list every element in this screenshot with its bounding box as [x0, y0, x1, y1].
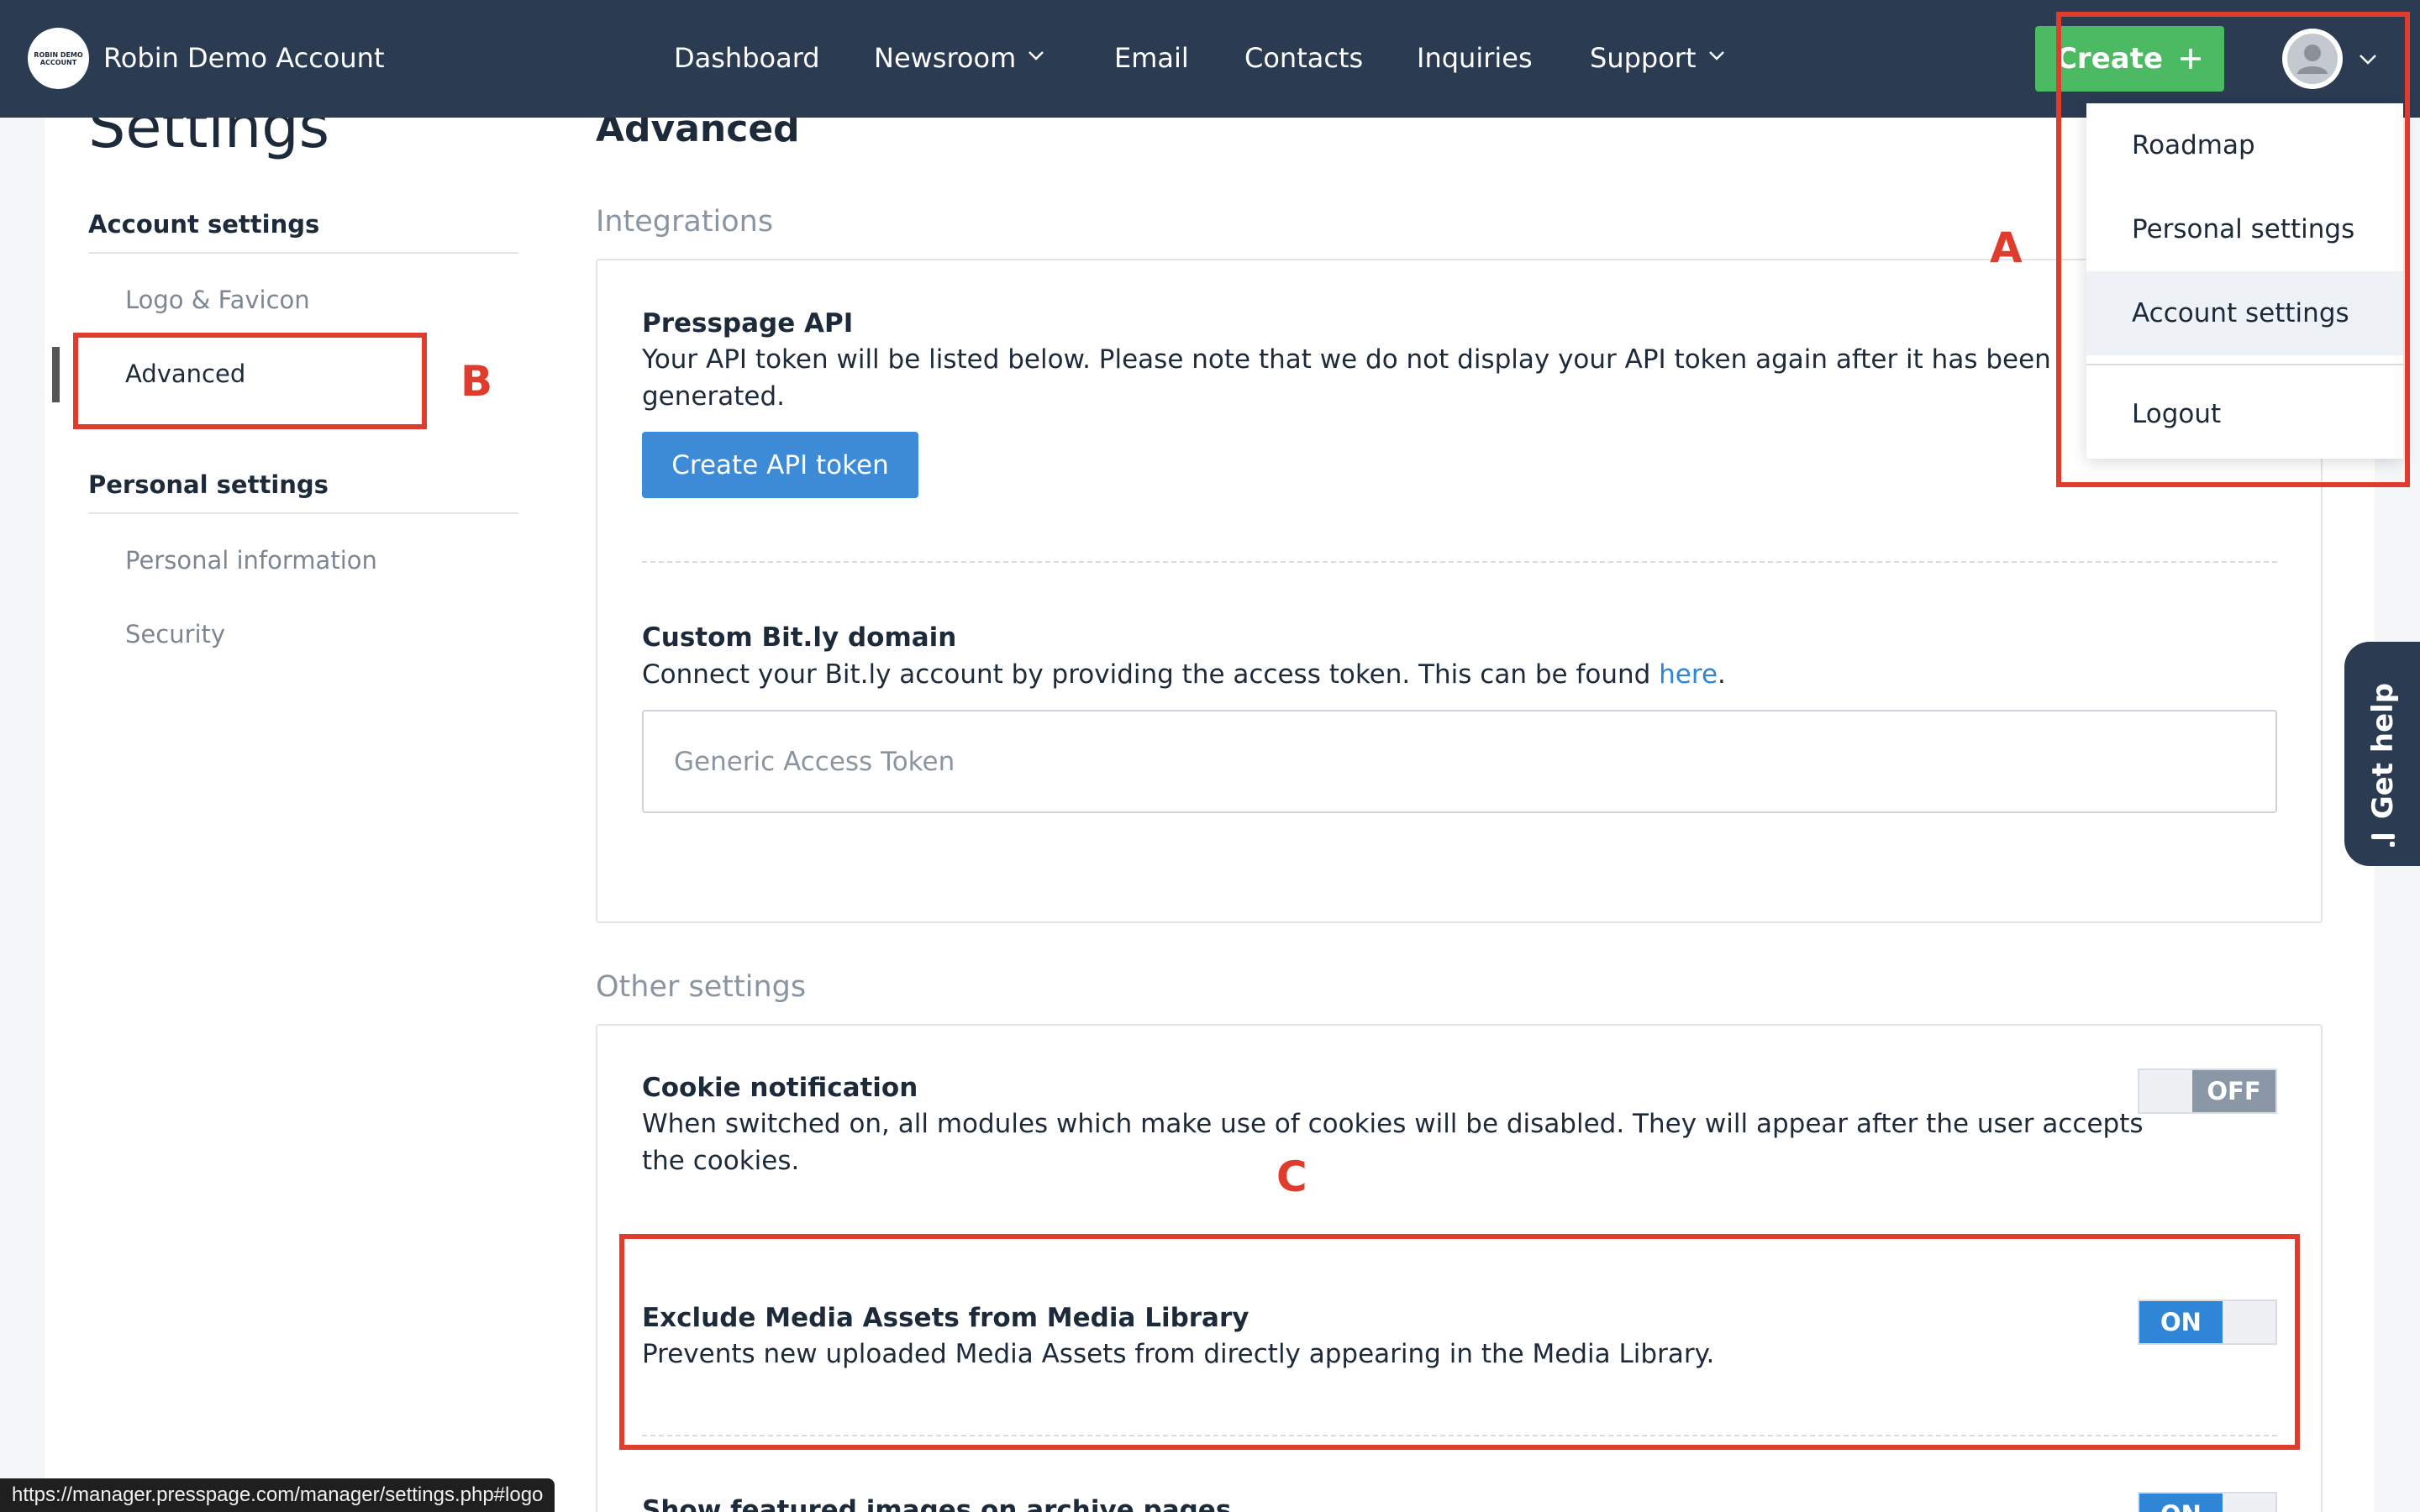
api-description: Your API token will be listed below. Ple…: [642, 341, 2051, 415]
toggle-state: OFF: [2192, 1070, 2275, 1112]
account-name[interactable]: Robin Demo Account: [103, 42, 384, 74]
get-help-tab[interactable]: Get help: [2344, 642, 2420, 866]
nav-support[interactable]: Support: [1590, 42, 1725, 74]
bitly-description: Connect your Bit.ly account by providing…: [642, 656, 1726, 693]
nav-dashboard-label: Dashboard: [674, 42, 820, 74]
sidebar-item-logo-favicon[interactable]: Logo & Favicon: [125, 286, 310, 314]
nav-support-label: Support: [1590, 42, 1697, 74]
featured-images-toggle[interactable]: ON: [2138, 1492, 2277, 1512]
nav-email[interactable]: Email: [1114, 42, 1189, 74]
api-description-line-2: generated.: [642, 381, 785, 412]
nav-inquiries[interactable]: Inquiries: [1417, 42, 1533, 74]
nav-contacts[interactable]: Contacts: [1244, 42, 1363, 74]
nav-newsroom-label: Newsroom: [874, 42, 1017, 74]
info-icon: [2371, 834, 2395, 847]
annotation-box-b: [73, 333, 427, 429]
sidebar-divider: [88, 512, 518, 514]
cookie-description-line-1: When switched on, all modules which make…: [642, 1109, 2144, 1139]
account-logo[interactable]: ROBIN DEMO ACCOUNT: [28, 28, 89, 89]
toggle-state: ON: [2139, 1494, 2223, 1512]
bitly-description-period: .: [1718, 659, 1726, 690]
create-api-token-button[interactable]: Create API token: [642, 432, 918, 498]
annotation-box-c: [619, 1234, 2300, 1450]
sidebar-heading-account-settings: Account settings: [88, 210, 320, 239]
get-help-label: Get help: [2366, 682, 2400, 820]
api-description-line-1: Your API token will be listed below. Ple…: [642, 344, 2051, 375]
sidebar-item-personal-information[interactable]: Personal information: [125, 546, 377, 575]
other-settings-label: Other settings: [596, 970, 807, 1004]
annotation-box-a: [2056, 12, 2410, 487]
sidebar-divider: [88, 252, 518, 254]
nav-email-label: Email: [1114, 42, 1189, 74]
link-status-bar: https://manager.presspage.com/manager/se…: [0, 1478, 555, 1512]
chevron-down-icon: [1028, 51, 1044, 60]
sidebar-active-indicator: [52, 347, 60, 402]
annotation-label-b: B: [460, 357, 493, 406]
nav-contacts-label: Contacts: [1244, 42, 1364, 74]
annotation-label-a: A: [1990, 223, 2023, 272]
chevron-down-icon: [1708, 51, 1724, 60]
nav-dashboard[interactable]: Dashboard: [674, 42, 820, 74]
generic-access-token-input[interactable]: [642, 710, 2277, 813]
nav-newsroom[interactable]: Newsroom: [874, 42, 1044, 74]
section-divider: [642, 561, 2277, 563]
sidebar-heading-personal-settings: Personal settings: [88, 470, 329, 499]
cookie-description-line-2: the cookies.: [642, 1146, 800, 1176]
bitly-description-text: Connect your Bit.ly account by providing…: [642, 659, 1660, 690]
integrations-label: Integrations: [596, 205, 774, 239]
bitly-help-link[interactable]: here: [1659, 659, 1718, 690]
cookie-notification-toggle[interactable]: OFF: [2138, 1068, 2277, 1114]
sidebar-item-security[interactable]: Security: [125, 620, 225, 648]
bitly-title: Custom Bit.ly domain: [642, 622, 957, 653]
api-title: Presspage API: [642, 308, 854, 339]
cookie-description: When switched on, all modules which make…: [642, 1105, 2144, 1179]
cookie-title: Cookie notification: [642, 1073, 918, 1103]
nav-inquiries-label: Inquiries: [1417, 42, 1533, 74]
featured-images-title: Show featured images on archive pages: [642, 1495, 1232, 1512]
annotation-label-c: C: [1276, 1152, 1307, 1201]
